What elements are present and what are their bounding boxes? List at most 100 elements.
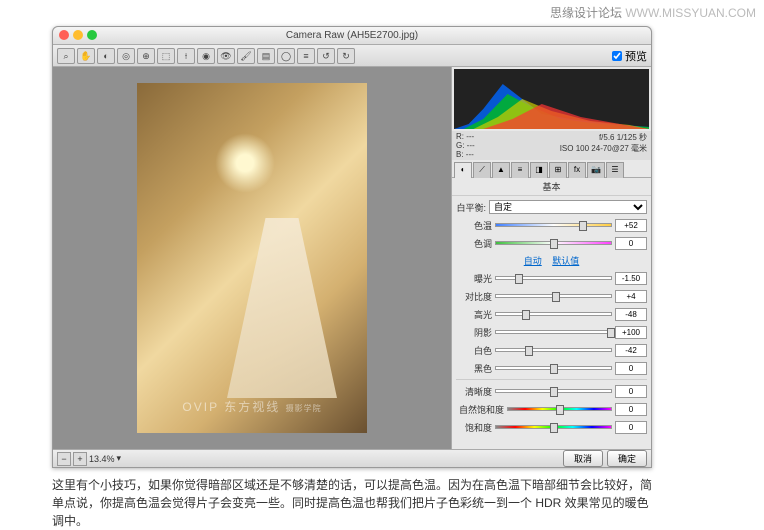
highlights-slider[interactable]: [495, 312, 612, 316]
tab-fx[interactable]: fx: [568, 162, 586, 178]
saturation-slider[interactable]: [495, 425, 612, 429]
saturation-row: 饱和度 0: [456, 418, 647, 436]
image-area[interactable]: OVIP 东方视线 摄影学院: [53, 67, 451, 449]
wb-select[interactable]: 自定: [489, 200, 647, 214]
zoom-in-icon[interactable]: +: [73, 452, 87, 466]
content-area: OVIP 东方视线 摄影学院 R: --- G: --- B: ---: [53, 67, 651, 449]
zoom-controls: − + 13.4% ▾: [57, 452, 121, 466]
zoom-icon[interactable]: [87, 30, 97, 40]
zoom-value[interactable]: 13.4%: [89, 454, 115, 464]
tint-label: 色调: [456, 237, 492, 250]
exposure-value[interactable]: -1.50: [615, 272, 647, 285]
histogram[interactable]: [454, 69, 649, 129]
chevron-down-icon[interactable]: ▾: [117, 453, 122, 464]
shadows-slider[interactable]: [495, 330, 612, 334]
temp-slider[interactable]: [495, 223, 612, 227]
tab-curve[interactable]: ⟋: [473, 162, 491, 178]
redeye-icon[interactable]: 👁: [217, 48, 235, 64]
panel-tabs: ◐ ⟋ ▲ ≡ ◨ ⊞ fx 📷 ☰: [452, 160, 651, 178]
contrast-value[interactable]: +4: [615, 290, 647, 303]
grad-filter-icon[interactable]: ▤: [257, 48, 275, 64]
toolbar: ⌕ ✋ ◐ ◎ ⊕ ⬚ ⟊ ◉ 👁 🖌 ▤ ◯ ≡ ↺ ↻ 预览: [53, 45, 651, 67]
vibrance-value[interactable]: 0: [615, 403, 647, 416]
radial-filter-icon[interactable]: ◯: [277, 48, 295, 64]
whites-slider[interactable]: [495, 348, 612, 352]
tab-lens[interactable]: ⊞: [549, 162, 567, 178]
minimize-icon[interactable]: [73, 30, 83, 40]
preview-label: 预览: [625, 48, 647, 64]
preview-checkbox[interactable]: [612, 51, 622, 61]
vibrance-slider[interactable]: [507, 407, 612, 411]
blacks-value[interactable]: 0: [615, 362, 647, 375]
window-title: Camera Raw (AH5E2700.jpg): [286, 30, 418, 41]
tint-row: 色调 0: [456, 234, 647, 252]
rotate-cw-icon[interactable]: ↻: [337, 48, 355, 64]
zoom-tool-icon[interactable]: ⌕: [57, 48, 75, 64]
straighten-icon[interactable]: ⟊: [177, 48, 195, 64]
hand-tool-icon[interactable]: ✋: [77, 48, 95, 64]
status-bar: − + 13.4% ▾ 取消 确定: [53, 449, 651, 467]
shadows-row: 阴影 +100: [456, 323, 647, 341]
tint-value[interactable]: 0: [615, 237, 647, 250]
meta-r: R: ---: [456, 132, 475, 141]
tint-slider[interactable]: [495, 241, 612, 245]
auto-links: 自动 默认值: [456, 252, 647, 269]
cancel-button[interactable]: 取消: [563, 450, 603, 467]
wb-tool-icon[interactable]: ◐: [97, 48, 115, 64]
tab-hsl[interactable]: ≡: [511, 162, 529, 178]
temp-row: 色温 +52: [456, 216, 647, 234]
target-adj-icon[interactable]: ⊕: [137, 48, 155, 64]
photo-subject: [227, 218, 337, 398]
tab-basic[interactable]: ◐: [454, 162, 472, 178]
photo-preview: OVIP 东方视线 摄影学院: [137, 83, 367, 433]
article-text: 这里有个小技巧，如果你觉得暗部区域还是不够清楚的话，可以提高色温。因为在高色温下…: [52, 476, 652, 530]
whites-row: 白色 -42: [456, 341, 647, 359]
prefs-icon[interactable]: ≡: [297, 48, 315, 64]
tab-split[interactable]: ◨: [530, 162, 548, 178]
rotate-ccw-icon[interactable]: ↺: [317, 48, 335, 64]
auto-link[interactable]: 自动: [524, 256, 542, 266]
meta-g: G: ---: [456, 141, 475, 150]
temp-label: 色温: [456, 219, 492, 232]
watermark: 思缘设计论坛 WWW.MISSYUAN.COM: [550, 4, 756, 21]
wb-row: 白平衡: 自定: [456, 198, 647, 216]
blacks-row: 黑色 0: [456, 359, 647, 377]
sliders-container: 白平衡: 自定 色温 +52 色调 0 自动 默认值: [452, 196, 651, 449]
adj-brush-icon[interactable]: 🖌: [237, 48, 255, 64]
default-link[interactable]: 默认值: [552, 256, 579, 266]
highlights-value[interactable]: -48: [615, 308, 647, 321]
wm-url: WWW.MISSYUAN.COM: [625, 6, 756, 20]
vibrance-row: 自然饱和度 0: [456, 400, 647, 418]
traffic-lights: [59, 30, 97, 40]
preview-toggle[interactable]: 预览: [612, 48, 647, 64]
contrast-slider[interactable]: [495, 294, 612, 298]
tab-camera[interactable]: 📷: [587, 162, 605, 178]
divider: [456, 379, 647, 380]
saturation-value[interactable]: 0: [615, 421, 647, 434]
wb-label: 白平衡:: [456, 201, 486, 214]
crop-tool-icon[interactable]: ⬚: [157, 48, 175, 64]
spot-removal-icon[interactable]: ◉: [197, 48, 215, 64]
meta-info: R: --- G: --- B: --- f/5.6 1/125 秒 ISO 1…: [452, 131, 651, 160]
meta-b: B: ---: [456, 150, 475, 159]
tab-presets[interactable]: ☰: [606, 162, 624, 178]
shadows-value[interactable]: +100: [615, 326, 647, 339]
panel-title: 基本: [452, 178, 651, 196]
exposure-slider[interactable]: [495, 276, 612, 280]
wm-site: 思缘设计论坛: [550, 6, 622, 20]
contrast-row: 对比度 +4: [456, 287, 647, 305]
color-sampler-icon[interactable]: ◎: [117, 48, 135, 64]
clarity-value[interactable]: 0: [615, 385, 647, 398]
ok-button[interactable]: 确定: [607, 450, 647, 467]
photo-watermark: OVIP 东方视线 摄影学院: [182, 398, 321, 415]
blacks-slider[interactable]: [495, 366, 612, 370]
exposure-row: 曝光 -1.50: [456, 269, 647, 287]
clarity-slider[interactable]: [495, 389, 612, 393]
temp-value[interactable]: +52: [615, 219, 647, 232]
zoom-out-icon[interactable]: −: [57, 452, 71, 466]
highlights-row: 高光 -48: [456, 305, 647, 323]
tab-detail[interactable]: ▲: [492, 162, 510, 178]
app-window: Camera Raw (AH5E2700.jpg) ⌕ ✋ ◐ ◎ ⊕ ⬚ ⟊ …: [52, 26, 652, 468]
whites-value[interactable]: -42: [615, 344, 647, 357]
close-icon[interactable]: [59, 30, 69, 40]
